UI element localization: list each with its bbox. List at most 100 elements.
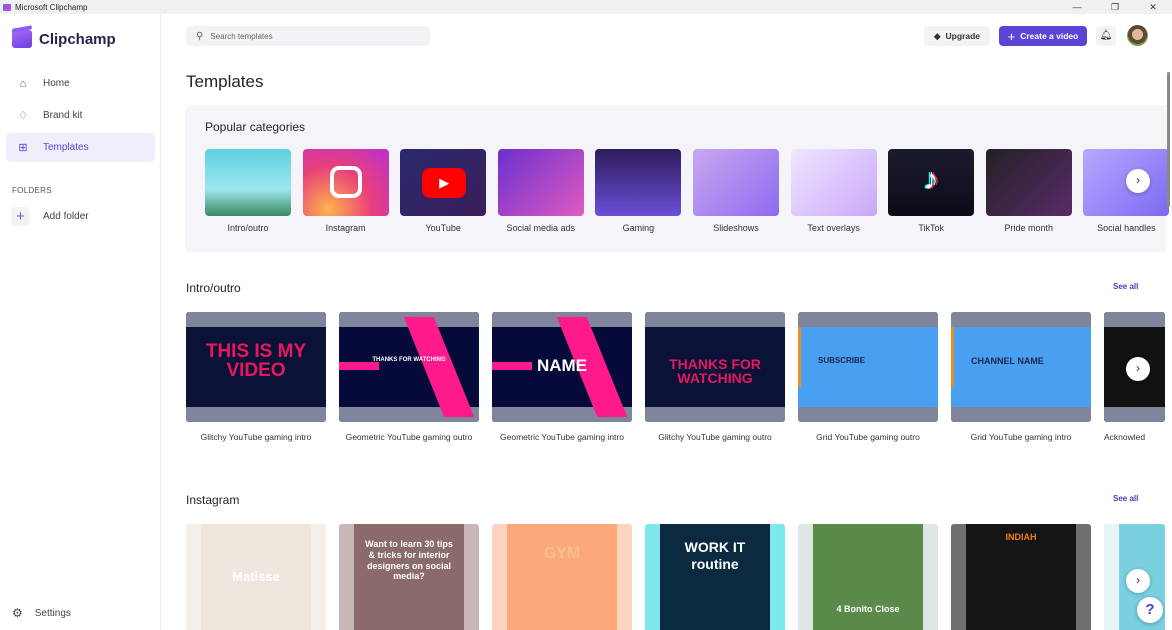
category-tile[interactable]: Text overlays (790, 149, 877, 233)
template-card[interactable]: Want to learn 30 tips & tricks for inter… (339, 524, 479, 630)
search-icon: ⚲ (196, 30, 204, 42)
thumbnail-text: INDIAH (1005, 532, 1037, 542)
sidebar-item-label: Home (43, 78, 70, 89)
logo-icon (12, 30, 32, 48)
template-thumbnail: SUBSCRIBE (798, 312, 938, 422)
maximize-button[interactable]: ❐ (1096, 0, 1134, 14)
help-button[interactable]: ? (1137, 597, 1163, 623)
category-thumbnail (790, 149, 877, 216)
template-card[interactable]: 4 Bonito Close (798, 524, 938, 630)
template-label: Grid YouTube gaming outro (816, 432, 920, 442)
template-thumbnail: THANKS FOR WATCHING (339, 312, 479, 422)
create-video-label: Create a video (1020, 31, 1079, 41)
section-title-intro: Intro/outro (186, 281, 241, 295)
popular-categories: Popular categories Intro/outro Instagram ▶… (185, 105, 1170, 252)
category-label: Intro/outro (227, 223, 269, 233)
category-tile[interactable]: Gaming (595, 149, 682, 233)
bell-icon: 🔔︎ (1099, 30, 1113, 41)
search-placeholder: Search templates (210, 31, 273, 41)
thumbnail-text: THANKS FOR WATCHING (669, 356, 761, 386)
template-card[interactable]: CHANNEL NAME Grid YouTube gaming intro (951, 312, 1091, 442)
category-thumbnail (693, 149, 779, 216)
category-tile[interactable]: ♪ TikTok (888, 149, 975, 233)
create-video-button[interactable]: + Create a video (999, 26, 1087, 46)
template-card[interactable]: THANKS FOR WATCHING Geometric YouTube gam… (339, 312, 479, 442)
popular-categories-title: Popular categories (205, 120, 306, 134)
sidebar-item-brand-kit[interactable]: ♢ Brand kit (6, 101, 155, 130)
settings-button[interactable]: ⚙ Settings (12, 606, 71, 620)
category-tile[interactable]: Pride month (985, 149, 1072, 233)
next-arrow-button[interactable]: › (1126, 357, 1150, 381)
template-card[interactable]: NAME Geometric YouTube gaming intro (492, 312, 632, 442)
window-title: Microsoft Clipchamp (15, 2, 88, 12)
close-button[interactable]: ✕ (1134, 0, 1172, 14)
category-tile[interactable]: Intro/outro (205, 149, 291, 233)
sidebar-item-templates[interactable]: ⊞ Templates (6, 133, 155, 162)
category-thumbnail (985, 149, 1072, 216)
thumbnail-text: THANKS FOR WATCHING (372, 357, 446, 363)
plus-icon: + (11, 207, 30, 226)
template-label: Geometric YouTube gaming intro (500, 432, 624, 442)
see-all-intro-link[interactable]: See all (1113, 282, 1138, 291)
category-thumbnail (595, 149, 682, 216)
settings-label: Settings (34, 607, 71, 619)
next-arrow-button[interactable]: › (1126, 569, 1150, 593)
diamond-icon: ◆ (933, 30, 941, 41)
sidebar-item-label: Brand kit (43, 110, 83, 121)
template-thumbnail: THIS IS MY VIDEO (186, 312, 326, 422)
folders-heading: FOLDERS (12, 186, 52, 195)
sidebar-item-label: Templates (43, 142, 89, 153)
category-tile[interactable]: Slideshows (693, 149, 779, 233)
thumbnail-text: NAME (536, 356, 588, 375)
category-tile[interactable]: Social media ads (497, 149, 584, 233)
gear-icon: ⚙ (12, 606, 23, 620)
category-tile[interactable]: ▶ YouTube (400, 149, 487, 233)
plus-icon: + (1007, 28, 1016, 44)
add-folder-button[interactable]: + Add folder (11, 207, 89, 226)
minimize-button[interactable]: — (1058, 0, 1096, 14)
template-thumbnail: NAME (492, 312, 632, 422)
template-card[interactable]: THANKS FOR WATCHING Glitchy YouTube gamin… (645, 312, 785, 442)
template-card[interactable]: THIS IS MY VIDEO Glitchy YouTube gaming i… (186, 312, 326, 442)
category-thumbnail: ▶ (400, 149, 487, 216)
home-icon: ⌂ (19, 77, 27, 90)
category-label: Social media ads (506, 223, 576, 233)
template-card[interactable]: INDIAH (951, 524, 1091, 630)
scrollbar[interactable] (1165, 62, 1172, 630)
app-icon (3, 3, 11, 11)
thumbnail-text: SUBSCRIBE (818, 356, 866, 365)
category-thumbnail (205, 149, 291, 216)
category-tile[interactable]: Instagram (302, 149, 389, 233)
add-folder-label: Add folder (43, 211, 89, 222)
scrollbar-thumb[interactable] (1167, 72, 1170, 207)
template-card[interactable]: SUBSCRIBE Grid YouTube gaming outro (798, 312, 938, 442)
thumbnail-text: 4 Bonito Close (836, 604, 900, 614)
category-thumbnail (497, 149, 584, 216)
see-all-instagram-link[interactable]: See all (1113, 494, 1138, 503)
upgrade-button[interactable]: ◆ Upgrade (924, 26, 990, 46)
sidebar: Clipchamp ⌂ Home ♢ Brand kit ⊞ Templates FO… (0, 14, 161, 630)
next-arrow-button[interactable]: › (1126, 169, 1150, 193)
clipchamp-logo[interactable]: Clipchamp (12, 30, 116, 48)
sidebar-item-home[interactable]: ⌂ Home (6, 69, 155, 98)
thumbnail-text: THIS IS MY VIDEO (205, 341, 307, 381)
category-label: YouTube (425, 223, 461, 233)
notifications-button[interactable]: 🔔︎ (1096, 26, 1116, 46)
templates-icon: ⊞ (18, 142, 28, 154)
category-label: Slideshows (713, 223, 759, 233)
category-tile[interactable]: Social handles (1083, 149, 1170, 233)
category-label: Text overlays (807, 223, 860, 233)
template-card[interactable]: Matisse (186, 524, 326, 630)
template-card[interactable]: WORK IT routine (645, 524, 785, 630)
avatar[interactable] (1127, 25, 1148, 46)
template-label: Glitchy YouTube gaming outro (658, 432, 772, 442)
template-thumbnail: CHANNEL NAME (951, 312, 1091, 422)
template-thumbnail: THANKS FOR WATCHING (645, 312, 785, 422)
template-card[interactable]: GYM (492, 524, 632, 630)
thumbnail-text: Matisse (232, 569, 280, 584)
template-label: Acknowled (1104, 432, 1146, 442)
search-input[interactable]: ⚲ Search templates (186, 26, 430, 46)
template-label: Grid YouTube gaming intro (970, 432, 1072, 442)
category-thumbnail: ♪ (888, 149, 975, 216)
brand-name: Clipchamp (39, 30, 116, 48)
